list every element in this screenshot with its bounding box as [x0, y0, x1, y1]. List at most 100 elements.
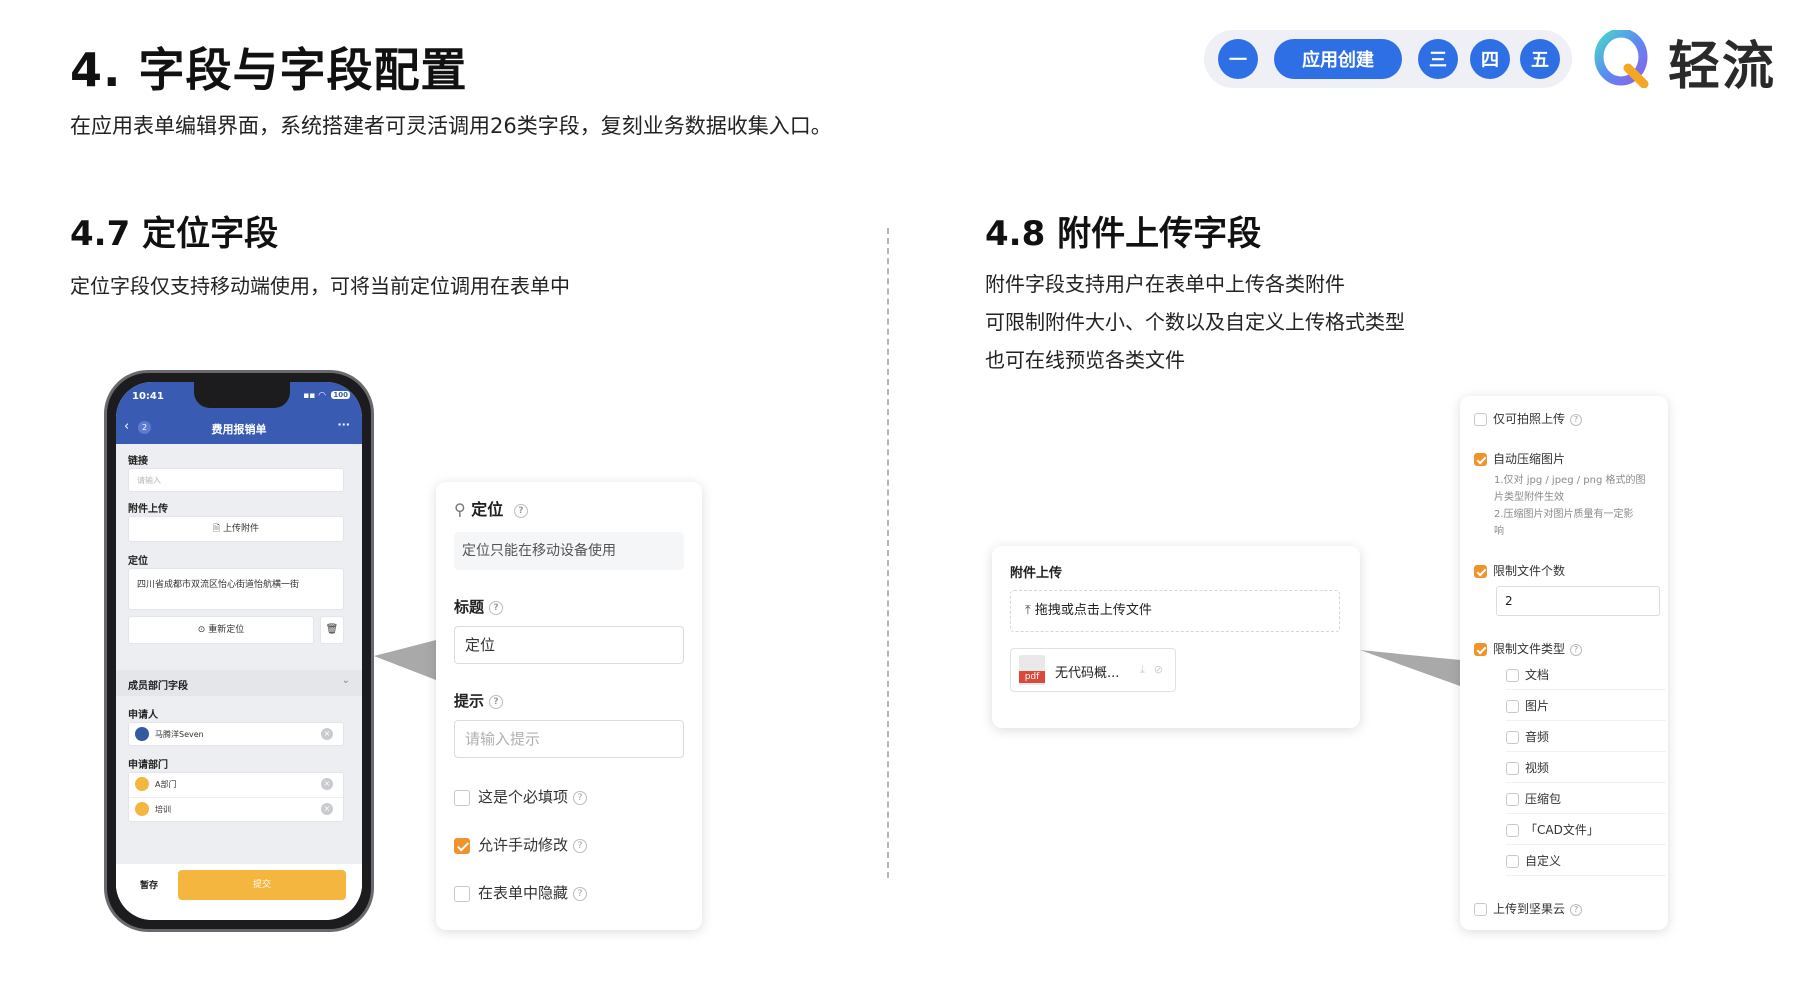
hide-checkbox[interactable]	[454, 885, 470, 902]
location-settings-card: ⚲ 定位 ? 定位只能在移动设备使用 标题? 定位 提示? 请输入提示 这是个必…	[436, 482, 702, 930]
brand-logo-icon	[1594, 28, 1652, 89]
link-input[interactable]: 请输入	[128, 468, 344, 492]
title-label: 标题?	[454, 596, 504, 617]
avatar	[135, 727, 149, 741]
section-desc-line: 可限制附件大小、个数以及自定义上传格式类型	[985, 310, 1405, 334]
department-icon	[135, 802, 149, 816]
help-icon[interactable]: ?	[573, 838, 588, 853]
member-section-header[interactable]: 成员部门字段 ⌄	[116, 670, 362, 696]
page-subtitle: 在应用表单编辑界面，系统搭建者可灵活调用26类字段，复刻业务数据收集入口。	[70, 114, 832, 138]
help-icon[interactable]: ?	[489, 694, 504, 709]
section-title-location: 4.7 定位字段	[70, 214, 279, 254]
section-desc-location: 定位字段仅支持移动端使用，可将当前定位调用在表单中	[70, 274, 570, 298]
phone-notch	[194, 382, 290, 408]
location-field: 四川省成都市双流区怡心街道怡航横一街	[128, 568, 344, 610]
photo-only-option[interactable]: 仅可拍照上传?	[1474, 410, 1583, 427]
type-label: 「CAD文件」	[1525, 823, 1599, 837]
applicant-field[interactable]: 马腾洋Seven ×	[128, 722, 344, 746]
submit-button[interactable]: 提交	[178, 870, 346, 900]
more-icon[interactable]: ···	[337, 418, 350, 431]
type-option-custom[interactable]: 自定义	[1506, 846, 1666, 876]
field-label: 链接	[128, 456, 148, 467]
required-option[interactable]: 这是个必填项?	[454, 786, 588, 807]
option-label: 限制文件个数	[1493, 564, 1566, 578]
help-icon[interactable]: ?	[573, 790, 588, 805]
location-card-header: ⚲ 定位 ?	[454, 496, 528, 520]
callout-pointer	[1360, 650, 1460, 686]
compress-option[interactable]: 自动压缩图片	[1474, 450, 1565, 467]
compress-notes: 1.仅对 jpg / jpeg / png 格式的图 片类型附件生效 2.压缩图…	[1494, 472, 1645, 540]
type-checkbox[interactable]	[1506, 700, 1519, 713]
compress-checkbox[interactable]	[1474, 453, 1487, 466]
hint-input[interactable]: 请输入提示	[454, 720, 684, 758]
type-checkbox[interactable]	[1506, 669, 1519, 682]
delete-icon[interactable]: ⊘	[1154, 663, 1163, 676]
nav-step-5[interactable]: 五	[1520, 39, 1560, 79]
type-checkbox[interactable]	[1506, 731, 1519, 744]
type-option-document[interactable]: 文档	[1506, 660, 1666, 690]
compress-note: 响	[1494, 526, 1504, 537]
relocate-button[interactable]: ⊙ 重新定位	[128, 616, 314, 644]
option-label: 上传到坚果云	[1493, 902, 1566, 916]
help-icon[interactable]: ?	[1570, 413, 1583, 426]
file-name: 无代码概...	[1055, 666, 1120, 681]
limit-type-option[interactable]: 限制文件类型?	[1474, 640, 1583, 657]
clear-icon[interactable]: ×	[321, 803, 333, 815]
phone-form: 链接 请输入 附件上传 🗎 上传附件 定位 四川省成都市双流区怡心街道怡航横一街…	[116, 444, 362, 920]
help-icon[interactable]: ?	[513, 503, 528, 518]
type-checkbox[interactable]	[1506, 824, 1519, 837]
allow-edit-checkbox[interactable]	[454, 837, 470, 854]
limit-type-checkbox[interactable]	[1474, 643, 1487, 656]
type-option-image[interactable]: 图片	[1506, 691, 1666, 721]
compress-note: 2.压缩图片对图片质量有一定影	[1494, 509, 1634, 520]
phone-mockup: 10:41 ▪▪ ◠ 100 ‹ 2 费用报销单 ··· 链接 请输入 附件上传…	[104, 370, 374, 932]
clear-icon[interactable]: ×	[321, 728, 333, 740]
type-checkbox[interactable]	[1506, 793, 1519, 806]
cloud-checkbox[interactable]	[1474, 903, 1487, 916]
nav-step-4[interactable]: 四	[1470, 39, 1510, 79]
limit-count-option[interactable]: 限制文件个数	[1474, 562, 1565, 579]
file-item[interactable]: pdf 无代码概... ⤓ ⊘	[1010, 648, 1176, 692]
type-option-video[interactable]: 视频	[1506, 753, 1666, 783]
photo-only-checkbox[interactable]	[1474, 413, 1487, 426]
type-label: 图片	[1525, 699, 1550, 713]
limit-count-checkbox[interactable]	[1474, 565, 1487, 578]
help-icon[interactable]: ?	[489, 600, 504, 615]
field-label: 申请人	[128, 710, 158, 721]
required-checkbox[interactable]	[454, 789, 470, 806]
type-checkbox[interactable]	[1506, 762, 1519, 775]
type-label: 压缩包	[1525, 792, 1562, 806]
attachment-label: 附件上传	[1010, 566, 1063, 581]
file-count-input[interactable]: 2	[1496, 586, 1660, 616]
nav-step-1[interactable]: 一	[1218, 39, 1258, 79]
department-field[interactable]: A部门 × 培训 ×	[128, 772, 344, 822]
delete-icon[interactable]: 🗑	[320, 616, 344, 644]
type-option-archive[interactable]: 压缩包	[1506, 784, 1666, 814]
help-icon[interactable]: ?	[1570, 903, 1583, 916]
cloud-upload-option[interactable]: 上传到坚果云?	[1474, 900, 1583, 917]
status-time: 10:41	[132, 391, 164, 402]
compress-note: 片类型附件生效	[1494, 492, 1564, 503]
download-icon[interactable]: ⤓	[1140, 663, 1145, 677]
option-label: 在表单中隐藏	[478, 884, 569, 902]
upload-dropzone[interactable]: ⤒ 拖拽或点击上传文件	[1010, 590, 1340, 632]
type-option-audio[interactable]: 音频	[1506, 722, 1666, 752]
hide-option[interactable]: 在表单中隐藏?	[454, 882, 588, 903]
signal-wifi-icon: ▪▪ ◠	[303, 391, 326, 401]
applicant-name: 马腾洋Seven	[155, 730, 204, 739]
type-option-cad[interactable]: 「CAD文件」	[1506, 815, 1666, 845]
nav-step-2[interactable]: 应用创建	[1274, 39, 1402, 79]
save-draft-button[interactable]: 暂存	[140, 878, 158, 891]
page-title: 4. 字段与字段配置	[70, 43, 468, 97]
upload-attachment-button[interactable]: 🗎 上传附件	[128, 516, 344, 542]
department-name: 培训	[155, 805, 171, 814]
nav-step-3[interactable]: 三	[1418, 39, 1458, 79]
department-icon	[135, 777, 149, 791]
help-icon[interactable]: ?	[573, 886, 588, 901]
type-checkbox[interactable]	[1506, 855, 1519, 868]
title-input[interactable]: 定位	[454, 626, 684, 664]
allow-edit-option[interactable]: 允许手动修改?	[454, 834, 588, 855]
phone-footer: 暂存 提交	[116, 864, 362, 920]
help-icon[interactable]: ?	[1570, 643, 1583, 656]
clear-icon[interactable]: ×	[321, 778, 333, 790]
